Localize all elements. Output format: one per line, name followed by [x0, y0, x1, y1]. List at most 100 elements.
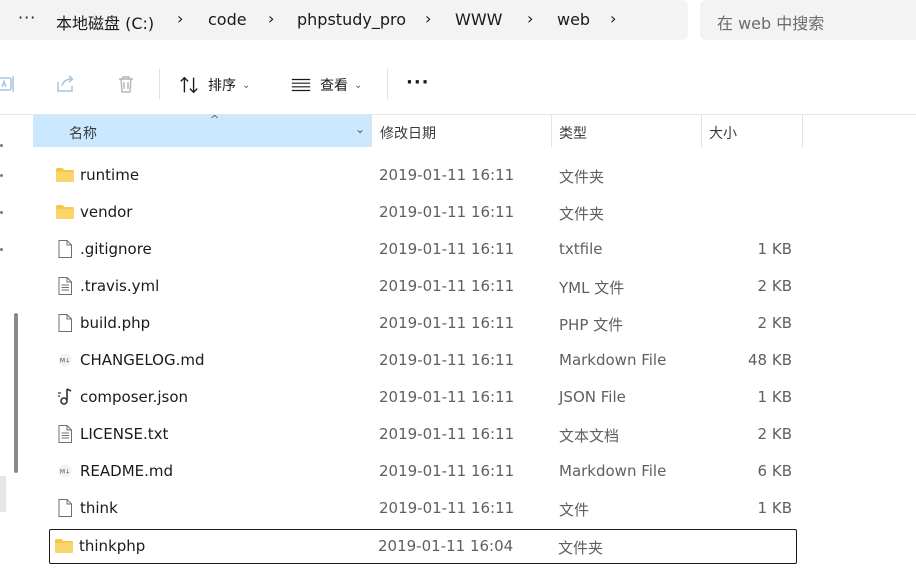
address-bar[interactable]: ··· 本地磁盘 (C:) › code › phpstudy_pro › WW…: [0, 0, 688, 40]
file-name: LICENSE.txt: [80, 425, 169, 443]
column-header-size[interactable]: 大小: [709, 123, 737, 143]
file-date: 2019-01-11 16:11: [379, 203, 515, 221]
list-item[interactable]: build.php 2019-01-11 16:11 PHP 文件 2 KB: [50, 306, 796, 341]
address-row: ··· 本地磁盘 (C:) › code › phpstudy_pro › WW…: [0, 0, 916, 42]
file-type: 文件夹: [559, 168, 605, 186]
json-file-icon: [55, 387, 75, 407]
file-size: 2 KB: [757, 425, 792, 443]
nav-expand-icon[interactable]: [0, 144, 3, 147]
more-options-button[interactable]: ···: [406, 72, 430, 93]
list-item[interactable]: think 2019-01-11 16:11 文件 1 KB: [50, 491, 796, 526]
sort-ascending-icon: ^: [210, 113, 220, 126]
chevron-down-icon: ⌄: [354, 79, 363, 91]
list-item[interactable]: vendor 2019-01-11 16:11 文件夹: [50, 195, 796, 230]
blank-file-icon: [55, 239, 75, 259]
file-name: thinkphp: [79, 537, 146, 555]
view-label: 查看: [320, 78, 348, 94]
sort-button[interactable]: 排序 ⌄: [178, 71, 250, 99]
list-item[interactable]: runtime 2019-01-11 16:11 文件夹: [50, 158, 796, 193]
column-divider[interactable]: [701, 115, 702, 147]
breadcrumb-item-web[interactable]: web: [557, 10, 590, 29]
file-type: 文本文档: [559, 427, 620, 445]
file-name: composer.json: [80, 388, 189, 406]
nav-scrollbar-thumb[interactable]: [14, 313, 18, 473]
breadcrumb-chevron-icon[interactable]: ›: [610, 9, 616, 28]
navigation-pane[interactable]: [0, 115, 22, 585]
folder-icon: [54, 536, 74, 556]
view-button[interactable]: 查看 ⌄: [290, 71, 362, 99]
blank-file-icon: [55, 498, 75, 518]
column-header: ^ 名称 ⌄ 修改日期 类型 大小: [33, 113, 803, 147]
list-item[interactable]: M↓ README.md 2019-01-11 16:11 Markdown F…: [50, 454, 796, 489]
breadcrumb-chevron-icon[interactable]: ›: [527, 9, 533, 28]
file-size: 1 KB: [757, 388, 792, 406]
column-divider[interactable]: [551, 115, 552, 147]
nav-expand-icon[interactable]: [0, 248, 3, 251]
search-input[interactable]: 在 web 中搜索: [700, 0, 916, 40]
sort-label: 排序: [208, 78, 236, 94]
chevron-down-icon[interactable]: ⌄: [355, 122, 365, 136]
file-date: 2019-01-11 16:11: [379, 240, 515, 258]
svg-text:M↓: M↓: [60, 358, 70, 365]
file-name: vendor: [80, 203, 133, 221]
column-divider[interactable]: [802, 115, 803, 147]
list-item[interactable]: M↓ CHANGELOG.md 2019-01-11 16:11 Markdow…: [50, 343, 796, 378]
list-item[interactable]: .gitignore 2019-01-11 16:11 txtfile 1 KB: [50, 232, 796, 267]
column-header-date[interactable]: 修改日期: [380, 123, 436, 143]
toolbar-separator: [387, 69, 388, 99]
markdown-file-icon: M↓: [55, 350, 75, 370]
file-date: 2019-01-11 16:11: [379, 462, 515, 480]
file-name: .travis.yml: [80, 277, 160, 295]
file-name: CHANGELOG.md: [80, 351, 205, 369]
delete-icon[interactable]: [114, 72, 138, 96]
nav-selection-edge: [0, 476, 6, 512]
command-bar: 排序 ⌄ 查看 ⌄ ···: [0, 55, 916, 113]
file-type: Markdown File: [559, 351, 667, 369]
rename-icon[interactable]: [0, 72, 18, 96]
toolbar-separator: [159, 69, 160, 99]
breadcrumb-chevron-icon[interactable]: ›: [268, 9, 274, 28]
folder-icon: [55, 202, 75, 222]
breadcrumb-item-www[interactable]: WWW: [455, 10, 502, 29]
file-size: 2 KB: [757, 314, 792, 332]
file-type: txtfile: [559, 240, 603, 258]
file-type: YML 文件: [559, 279, 625, 297]
search-placeholder: 在 web 中搜索: [717, 14, 825, 33]
text-file-icon: [55, 424, 75, 444]
view-list-icon: [291, 78, 311, 92]
file-date: 2019-01-11 16:11: [379, 166, 515, 184]
file-size: 6 KB: [757, 462, 792, 480]
list-item[interactable]: LICENSE.txt 2019-01-11 16:11 文本文档 2 KB: [50, 417, 796, 452]
breadcrumb-overflow-button[interactable]: ···: [18, 8, 36, 27]
breadcrumb-chevron-icon[interactable]: ›: [425, 9, 431, 28]
list-item[interactable]: .travis.yml 2019-01-11 16:11 YML 文件 2 KB: [50, 269, 796, 304]
list-item-selected[interactable]: thinkphp 2019-01-11 16:04 文件夹: [49, 529, 797, 564]
breadcrumb-item-phpstudy-pro[interactable]: phpstudy_pro: [297, 10, 406, 29]
file-type: 文件: [559, 501, 590, 519]
breadcrumb-item-drive[interactable]: 本地磁盘 (C:): [56, 10, 154, 34]
nav-expand-icon[interactable]: [0, 211, 3, 214]
nav-expand-icon[interactable]: [0, 174, 3, 177]
file-date: 2019-01-11 16:11: [379, 425, 515, 443]
file-date: 2019-01-11 16:11: [379, 314, 515, 332]
file-date: 2019-01-11 16:11: [379, 388, 515, 406]
file-size: 1 KB: [757, 240, 792, 258]
folder-icon: [55, 165, 75, 185]
breadcrumb-chevron-icon[interactable]: ›: [177, 9, 183, 28]
share-icon[interactable]: [54, 72, 78, 96]
breadcrumb-item-code[interactable]: code: [208, 10, 247, 29]
file-size: 2 KB: [757, 277, 792, 295]
file-date: 2019-01-11 16:04: [378, 537, 514, 555]
markdown-file-icon: M↓: [55, 461, 75, 481]
file-date: 2019-01-11 16:11: [379, 499, 515, 517]
column-header-type[interactable]: 类型: [559, 123, 587, 143]
text-file-icon: [55, 276, 75, 296]
column-header-name[interactable]: ^ 名称 ⌄: [33, 113, 371, 147]
svg-text:M↓: M↓: [60, 469, 70, 476]
column-name-label: 名称: [69, 126, 97, 142]
file-size: 48 KB: [748, 351, 792, 369]
list-item[interactable]: composer.json 2019-01-11 16:11 JSON File…: [50, 380, 796, 415]
sort-icon: [180, 76, 198, 94]
file-name: build.php: [80, 314, 151, 332]
column-divider[interactable]: [371, 115, 372, 147]
